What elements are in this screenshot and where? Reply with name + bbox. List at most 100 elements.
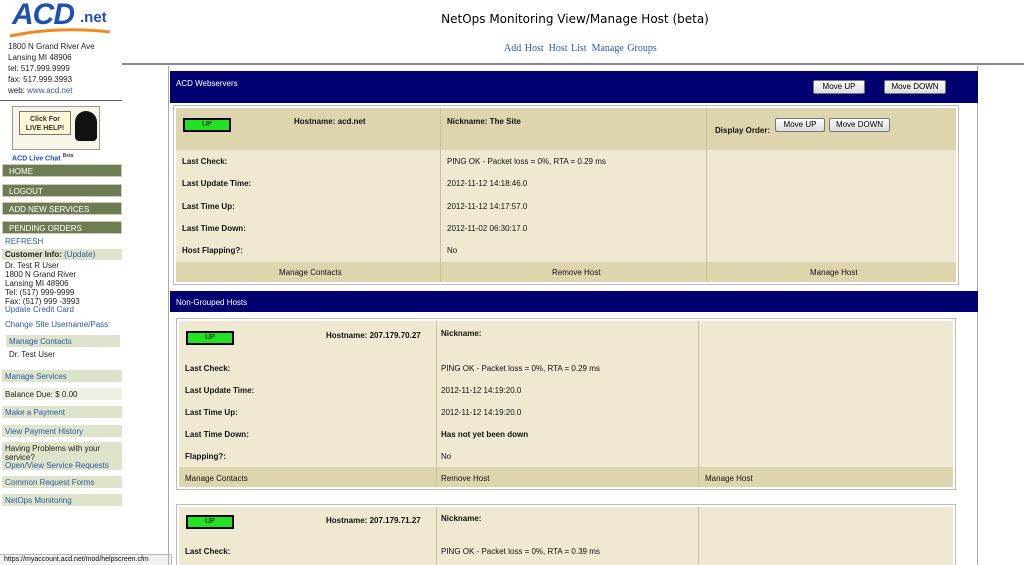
col-divider <box>698 543 699 565</box>
host-move-down-button[interactable]: Move DOWN <box>829 118 890 132</box>
live-help-line2: LIVE HELP! <box>25 125 65 132</box>
host-card-207-179-71-27: UP Hostname: 207.179.71.27 Nickname: Las… <box>176 504 956 565</box>
refresh-link[interactable]: REFRESH <box>5 237 43 246</box>
manage-contacts-link[interactable]: Manage Contacts <box>9 337 72 346</box>
row-value: PING OK - Packet loss = 0%, RTA = 0.29 m… <box>441 364 600 373</box>
address-tel: tel: 517.999.9999 <box>8 64 70 73</box>
beta-tag: Beta <box>62 153 74 159</box>
netops-monitoring-link[interactable]: NetOps Monitoring <box>5 496 72 505</box>
payment-history-link[interactable]: View Payment History <box>5 427 83 436</box>
row-value: 2012-11-12 14:18:46.0 <box>447 179 528 188</box>
row-label: Last Update Time: <box>182 179 252 188</box>
group-header-non-grouped-hosts: Non-Grouped Hosts <box>170 291 978 312</box>
manage-services-link[interactable]: Manage Services <box>5 372 67 381</box>
address-web-label: web: <box>8 86 25 95</box>
row-value: 2012-11-12 14:19:20.0 <box>441 408 522 417</box>
host-move-up-button[interactable]: Move UP <box>775 118 825 132</box>
col-divider <box>436 357 437 467</box>
service-requests-link[interactable]: Open/View Service Requests <box>5 461 109 470</box>
col-divider <box>698 321 699 357</box>
customer-info-header: Customer Info: (Update) <box>5 250 95 259</box>
nickname: Nickname: <box>441 329 482 338</box>
group-header-acd-webservers: ACD Webservers Move UP Move DOWN <box>170 71 978 103</box>
company-address: 1800 N Grand River Ave Lansing MI 48906 … <box>8 41 95 96</box>
live-help-line1: Click For <box>30 116 60 123</box>
browser-status-bar: https://myaccount.acd.net/mod/helpscreen… <box>0 554 172 565</box>
row-value: No <box>447 246 458 255</box>
manage-host-link[interactable]: Manage Host <box>705 474 753 483</box>
col-divider <box>698 357 699 467</box>
col-divider <box>436 321 437 357</box>
host-list-link[interactable]: Host List <box>549 43 587 54</box>
remove-host-link[interactable]: Remove Host <box>441 474 489 483</box>
support-person-icon <box>75 111 97 141</box>
host-details-bg <box>179 357 953 467</box>
group-move-up-button[interactable]: Move UP <box>813 80 865 94</box>
contact-name: Dr. Test User <box>9 350 56 359</box>
nickname: Nickname: <box>441 514 482 523</box>
row-value: PING OK - Packet loss = 0%, RTA = 0.39 m… <box>441 547 600 556</box>
customer-city: Lansing MI 48906 <box>5 279 69 288</box>
make-payment-link[interactable]: Make a Payment <box>5 408 65 417</box>
nav-logout[interactable]: LOGOUT <box>2 184 122 197</box>
manage-contacts-link[interactable]: Manage Contacts <box>279 268 342 277</box>
row-label: Flapping?: <box>185 452 226 461</box>
row-label: Host Flapping?: <box>182 246 243 255</box>
host-details-bg <box>176 150 956 262</box>
host-header-row <box>179 507 953 543</box>
update-credit-card-link[interactable]: Update Credit Card <box>5 305 74 314</box>
row-label: Last Time Down: <box>182 224 246 233</box>
customer-name: Dr. Test R User <box>5 261 60 270</box>
col-divider <box>698 507 699 543</box>
manage-contacts-link[interactable]: Manage Contacts <box>185 474 248 483</box>
customer-tel: Tel: (517) 999-9999 <box>5 288 75 297</box>
row-value: Has not yet been down <box>441 430 529 439</box>
address-fax: fax: 517.999.3993 <box>8 75 73 84</box>
customer-update-link[interactable]: (Update) <box>64 250 95 259</box>
nickname: Nickname: The Site <box>447 117 521 126</box>
row-label: Last Time Down: <box>185 430 249 439</box>
problems-text: Having Problems with your service? <box>5 444 101 462</box>
row-value: 2012-11-02 06:30:17.0 <box>447 224 528 233</box>
nav-pending-orders[interactable]: PENDING ORDERS <box>2 221 122 234</box>
host-status-indicator: UP <box>186 515 234 529</box>
live-chat-label: ACD Live Chat <box>12 155 61 163</box>
change-site-username-link[interactable]: Change Site Username/Pass <box>5 320 108 329</box>
live-help-banner[interactable]: Click For LIVE HELP! <box>12 106 100 150</box>
live-help-speech-bubble: Click For LIVE HELP! <box>19 111 71 135</box>
display-order-label: Display Order: <box>715 126 771 135</box>
logo-swoosh-icon <box>9 28 111 38</box>
col-divider <box>440 108 441 150</box>
website-link[interactable]: www.acd.net <box>27 86 72 95</box>
add-host-link[interactable]: Add Host <box>504 43 544 54</box>
nav-home[interactable]: HOME <box>2 164 122 177</box>
hostname: Hostname: 207.179.71.27 <box>326 516 421 525</box>
manage-groups-link[interactable]: Manage Groups <box>592 43 657 54</box>
col-divider <box>436 467 437 487</box>
hostname: Hostname: acd.net <box>294 117 366 126</box>
sidebar-divider <box>0 100 122 101</box>
top-nav-links: Add Host Host List Manage Groups <box>504 43 662 54</box>
row-value: PING OK - Packet loss = 0%, RTA = 0.29 m… <box>447 157 606 166</box>
group-move-down-button[interactable]: Move DOWN <box>884 80 946 94</box>
col-divider <box>440 262 441 282</box>
host-status-indicator: UP <box>186 331 234 345</box>
address-street: 1800 N Grand River Ave <box>8 42 95 51</box>
col-divider <box>436 543 437 565</box>
header-divider <box>122 63 1024 65</box>
live-chat-link[interactable]: ACD Live Chat Beta <box>12 153 73 162</box>
row-label: Last Update Time: <box>185 386 255 395</box>
address-web: web: www.acd.net <box>8 85 95 96</box>
row-value: No <box>441 452 452 461</box>
host-header-row <box>179 321 953 357</box>
col-divider <box>706 262 707 282</box>
manage-host-link[interactable]: Manage Host <box>810 268 858 277</box>
customer-info-heading: Customer Info: <box>5 250 62 259</box>
group-name: Non-Grouped Hosts <box>176 298 248 307</box>
host-card-207-179-70-27: UP Hostname: 207.179.70.27 Nickname: Las… <box>176 318 956 490</box>
nav-add-new-services[interactable]: ADD NEW SERVICES <box>2 202 122 215</box>
remove-host-link[interactable]: Remove Host <box>552 268 600 277</box>
col-divider <box>698 467 699 487</box>
col-divider <box>436 507 437 543</box>
common-request-forms-link[interactable]: Common Request Forms <box>5 478 94 487</box>
